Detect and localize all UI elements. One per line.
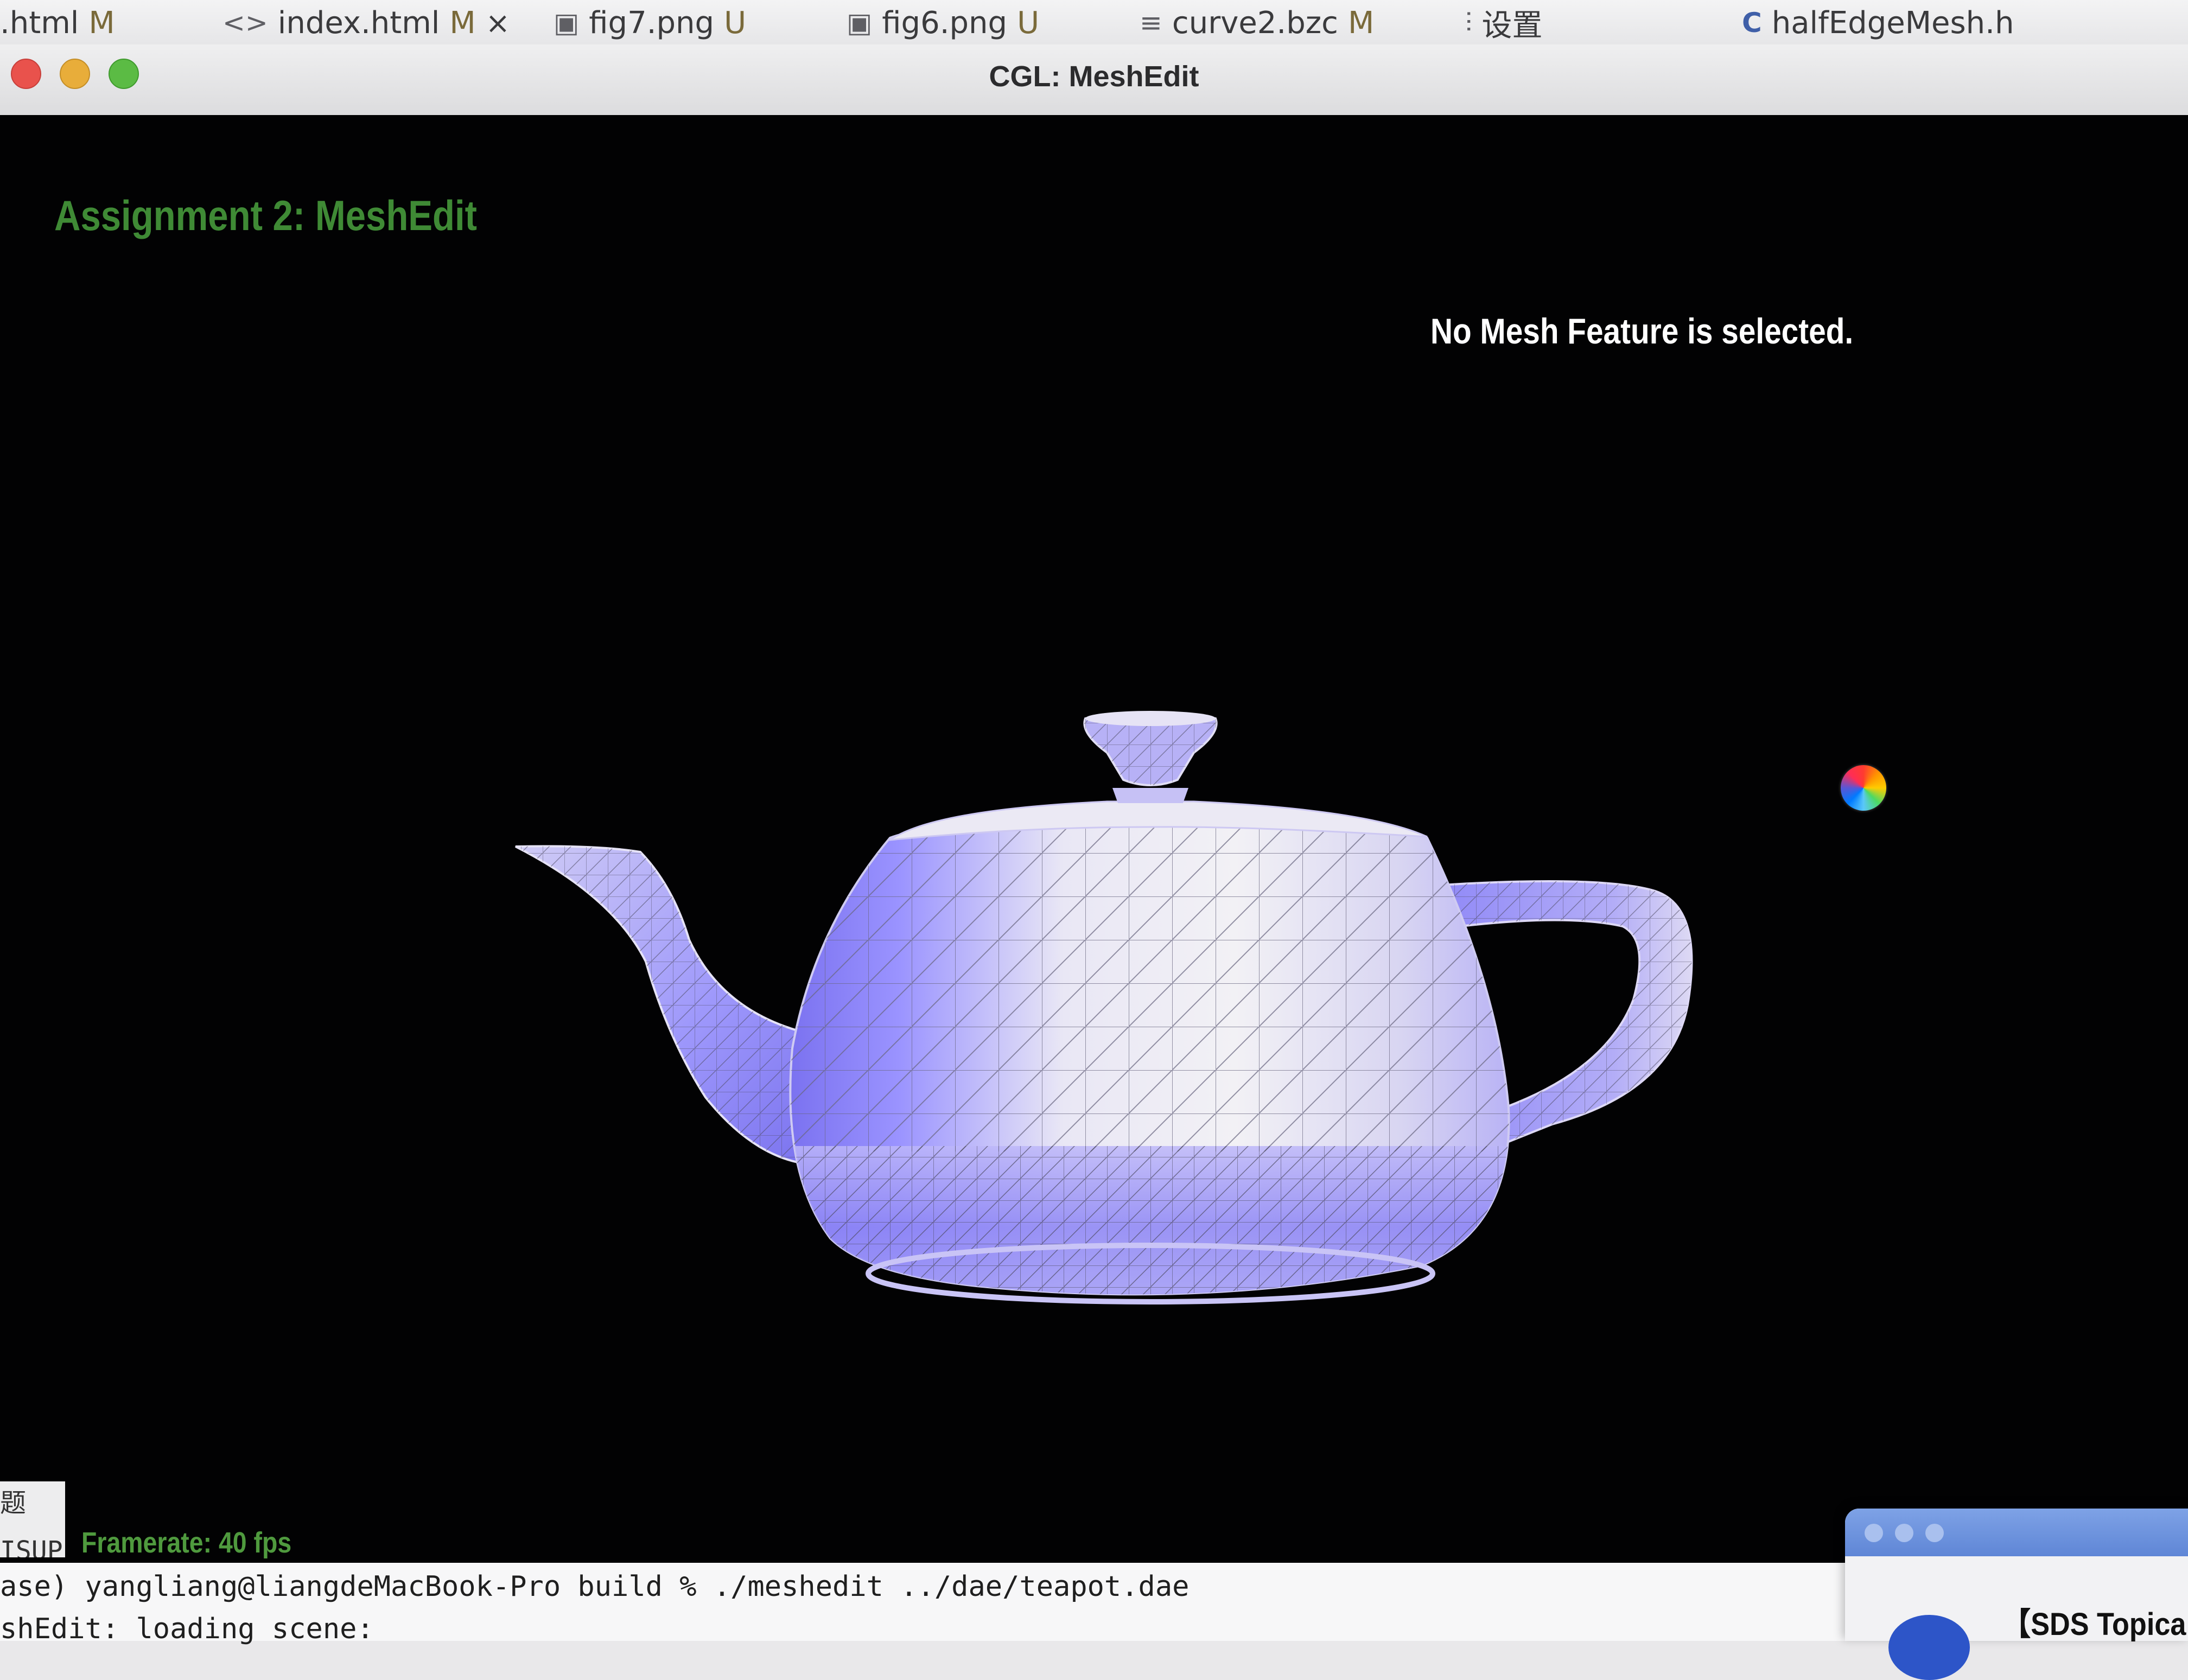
tab-label: index.html	[277, 5, 440, 41]
background-window-card[interactable]: 【SDS Topical	[1845, 1509, 2188, 1680]
card-titlebar	[1845, 1509, 2188, 1556]
editor-tab-strip: .html M <> index.html M × ▣ fig7.png U ▣…	[0, 0, 2188, 45]
tab-label: curve2.bzc	[1172, 5, 1338, 41]
terminal-output-line: shEdit: loading scene:	[0, 1613, 374, 1645]
tab-label: fig6.png	[882, 5, 1008, 41]
tab-status: M	[88, 5, 115, 41]
code-icon: <>	[222, 7, 268, 39]
tab-label: halfEdgeMesh.h	[1771, 5, 2014, 41]
tab-status: U	[1017, 5, 1040, 41]
assignment-title: Assignment 2: MeshEdit	[54, 192, 477, 239]
tab-html-file[interactable]: .html M	[0, 5, 115, 41]
meshedit-window: CGL: MeshEdit Assignment 2: MeshEdit No …	[0, 44, 2188, 1651]
busy-spinner-icon	[1841, 765, 1886, 811]
tab-fig7-png[interactable]: ▣ fig7.png U	[554, 5, 747, 41]
c-file-icon: C	[1742, 7, 1762, 39]
tab-index-html[interactable]: <> index.html M ×	[222, 5, 510, 41]
tab-curve2-bzc[interactable]: ≡ curve2.bzc M	[1140, 5, 1375, 41]
image-icon: ▣	[847, 7, 873, 39]
tab-label: 设置	[1481, 8, 1543, 43]
tab-status: U	[724, 5, 747, 41]
text-file-icon: ≡	[1140, 7, 1162, 39]
window-title: CGL: MeshEdit	[989, 60, 1199, 93]
render-viewport[interactable]: Assignment 2: MeshEdit No Mesh Feature i…	[0, 115, 2188, 1607]
tab-status: M	[1347, 5, 1375, 41]
background-sidebar-fragment: 题 ISUPI	[0, 1481, 65, 1557]
sidebar-fragment-text: ISUPI	[0, 1536, 65, 1557]
image-icon: ▣	[554, 7, 580, 39]
framerate-readout: Framerate: 40 fps	[81, 1526, 292, 1559]
window-dot-icon[interactable]	[1865, 1524, 1883, 1542]
card-title: 【SDS Topical	[2002, 1607, 2188, 1642]
tab-label: fig7.png	[589, 5, 715, 41]
window-titlebar[interactable]: CGL: MeshEdit	[0, 44, 2188, 116]
teapot-mesh[interactable]	[0, 115, 2188, 1607]
close-icon[interactable]: ×	[486, 6, 510, 40]
terminal-output[interactable]: ase) yangliang@liangdeMacBook-Pro build …	[0, 1563, 1845, 1645]
tab-settings[interactable]: ⫶ 设置	[1465, 5, 1543, 43]
selection-status-text: No Mesh Feature is selected.	[1430, 311, 1854, 351]
tab-fig6-png[interactable]: ▣ fig6.png U	[847, 5, 1040, 41]
tab-label: .html	[0, 5, 79, 41]
terminal-command-line: ase) yangliang@liangdeMacBook-Pro build …	[0, 1570, 1190, 1603]
tab-status: M	[449, 5, 476, 41]
window-dot-icon[interactable]	[1895, 1524, 1913, 1542]
window-dot-icon[interactable]	[1925, 1524, 1944, 1542]
sidebar-fragment-text: 题	[0, 1488, 27, 1518]
tab-halfedgemesh-h[interactable]: C halfEdgeMesh.h	[1742, 5, 2014, 41]
avatar	[1888, 1615, 1970, 1680]
settings-sliders-icon: ⫶	[1465, 7, 1472, 39]
